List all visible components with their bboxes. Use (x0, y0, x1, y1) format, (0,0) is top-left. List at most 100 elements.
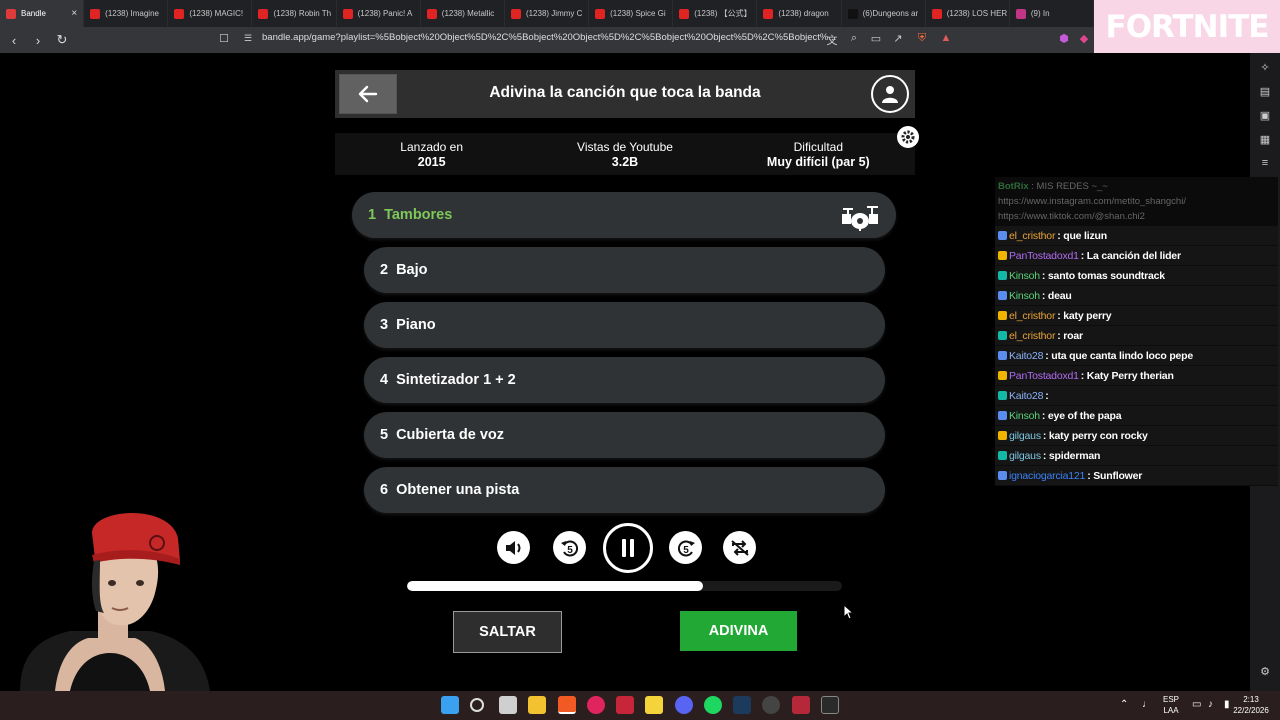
search-icon[interactable] (470, 698, 484, 712)
leo-ai-icon[interactable]: ✧ (1258, 61, 1272, 75)
browser-tab[interactable]: (1238) dragon (757, 0, 842, 27)
browser-tab[interactable]: (1238) LOS HER (926, 0, 1010, 27)
guess-button[interactable]: ADIVINA (680, 611, 797, 651)
sidebar-settings-icon[interactable]: ⚙ (1258, 665, 1272, 679)
brave-shield-icon[interactable]: ⛨ (914, 32, 930, 48)
forward-nav-icon[interactable]: › (28, 30, 48, 50)
chat-message: ignaciogarcia121: Sunflower (995, 466, 1278, 486)
instrument-label: Tambores (384, 207, 453, 223)
url-field[interactable]: bandle.app/game?playlist=%5Bobject%20Obj… (262, 32, 837, 43)
chat-username[interactable]: Kinsoh (1009, 270, 1040, 282)
chat-username[interactable]: Kaito28 (1009, 390, 1043, 402)
cast-icon[interactable]: ▭ (868, 32, 884, 48)
language-indicator[interactable]: ESP LAA (1163, 694, 1179, 716)
microphone-icon[interactable]: ♩ (1142, 699, 1152, 710)
bookmark-icon[interactable]: ☐ (216, 32, 232, 48)
pause-button[interactable] (603, 523, 653, 573)
chat-username[interactable]: gilgaus (1009, 430, 1041, 442)
wallet-sidebar-icon[interactable]: ▣ (1258, 109, 1272, 123)
reading-list-icon[interactable]: ▤ (1258, 85, 1272, 99)
reload-icon[interactable]: ↻ (52, 30, 72, 50)
browser-tab[interactable]: (1238) 【公式】 (673, 0, 758, 27)
sticky-notes-icon[interactable] (645, 696, 663, 714)
instrument-row[interactable]: 6 Obtener una pista (364, 467, 885, 513)
instrument-row[interactable]: 1 Tambores (352, 192, 896, 238)
spotify-icon[interactable] (704, 696, 722, 714)
profile-button[interactable] (871, 75, 909, 113)
valorant-icon[interactable] (792, 696, 810, 714)
chat-username[interactable]: Kinsoh (1009, 410, 1040, 422)
history-sidebar-icon[interactable]: ≡ (1258, 157, 1272, 171)
wallet-icon[interactable]: ◆ (1076, 32, 1092, 48)
browser-tab[interactable]: (1238) Imagine (84, 0, 169, 27)
tab-label: (1238) Imagine (105, 9, 159, 18)
browser-tab[interactable]: (1238) Panic! A (337, 0, 421, 27)
close-tab-icon[interactable]: × (71, 8, 77, 19)
instrument-row[interactable]: 4 Sintetizador 1 + 2 (364, 357, 885, 403)
network-icon[interactable]: ▭ (1192, 699, 1201, 710)
brave-rewards-icon[interactable]: ▲ (938, 32, 954, 48)
mouse-cursor-icon (843, 604, 855, 620)
epic-games-icon[interactable] (821, 696, 839, 714)
tray-chevron-icon[interactable]: ⌃ (1120, 699, 1128, 710)
volume-tray-icon[interactable]: ♪ (1208, 699, 1213, 710)
browser-tab[interactable]: (1238) Jimmy C (505, 0, 590, 27)
brave-browser-icon[interactable] (558, 696, 576, 714)
progress-bar[interactable] (407, 581, 842, 591)
battery-icon[interactable]: ▮ (1224, 699, 1230, 710)
chat-text: : katy perry con rocky (1042, 429, 1148, 442)
browser-tab[interactable]: (1238) Spice Gi (589, 0, 674, 27)
page-title: Adivina la canción que toca la banda (489, 84, 761, 101)
bookmarks-sidebar-icon[interactable]: ▦ (1258, 133, 1272, 147)
translate-icon[interactable]: 文 (824, 32, 840, 48)
skip-button[interactable]: SALTAR (453, 611, 562, 653)
zoom-icon[interactable]: ⌕ (846, 32, 862, 48)
chat-username[interactable]: el_cristhor (1009, 330, 1055, 342)
instrument-row[interactable]: 5 Cubierta de voz (364, 412, 885, 458)
tab-favicon-icon (258, 8, 269, 19)
browser-tab[interactable]: (9) In (1010, 0, 1095, 27)
chat-username[interactable]: gilgaus (1009, 450, 1041, 462)
task-view-icon[interactable] (499, 696, 517, 714)
browser-tab[interactable]: Bandle × (0, 0, 85, 27)
chat-username[interactable]: Kaito28 (1009, 350, 1043, 362)
shuffle-button[interactable] (723, 531, 756, 564)
back-button[interactable] (339, 74, 397, 114)
affinity-icon[interactable] (616, 696, 634, 714)
forward-5-button[interactable]: 5 (669, 531, 702, 564)
chat-username[interactable]: el_cristhor (1009, 230, 1055, 242)
instrument-number: 5 (380, 427, 389, 443)
chat-username[interactable]: PanTostadoxd1 (1009, 370, 1079, 382)
chat-username[interactable]: Kinsoh (1009, 290, 1040, 302)
tab-favicon-icon (510, 8, 521, 19)
fortnite-ad-banner[interactable]: FORTNITE (1094, 0, 1280, 53)
browser-tab[interactable]: (1238) MAGIC! (168, 0, 253, 27)
chat-message: gilgaus: katy perry con rocky (995, 426, 1278, 446)
start-icon[interactable] (441, 696, 459, 714)
site-info-icon[interactable]: ☰ (240, 33, 256, 49)
discord-icon[interactable] (675, 696, 693, 714)
file-explorer-icon[interactable] (528, 696, 546, 714)
instrument-row[interactable]: 3 Piano (364, 302, 885, 348)
chat-username[interactable]: el_cristhor (1009, 310, 1055, 322)
share-icon[interactable]: ↗ (890, 32, 906, 48)
chat-text: : (1045, 389, 1049, 402)
volume-button[interactable] (497, 531, 530, 564)
chat-username[interactable]: ignaciogarcia121 (1009, 470, 1085, 482)
chat-username[interactable]: PanTostadoxd1 (1009, 250, 1079, 262)
obs-icon[interactable] (762, 696, 780, 714)
browser-tab[interactable]: (6)Dungeons ar (842, 0, 926, 27)
game-header: Adivina la canción que toca la banda (335, 70, 915, 118)
steam-icon[interactable] (733, 696, 751, 714)
rewind-5-button[interactable]: 5 (553, 531, 586, 564)
tab-label: (9) In (1030, 9, 1050, 18)
chat-text: : que lizun (1057, 229, 1107, 242)
clock[interactable]: 2:13 22/2/2026 (1232, 694, 1270, 716)
back-nav-icon[interactable]: ‹ (4, 30, 24, 50)
instrument-row[interactable]: 2 Bajo (364, 247, 885, 293)
browser-tab[interactable]: (1238) Robin Th (252, 0, 337, 27)
extension-icon[interactable]: ⬢ (1056, 32, 1072, 48)
media-player-icon[interactable] (587, 696, 605, 714)
settings-gear-button[interactable] (897, 126, 919, 148)
browser-tab[interactable]: (1238) Metallic (421, 0, 505, 27)
